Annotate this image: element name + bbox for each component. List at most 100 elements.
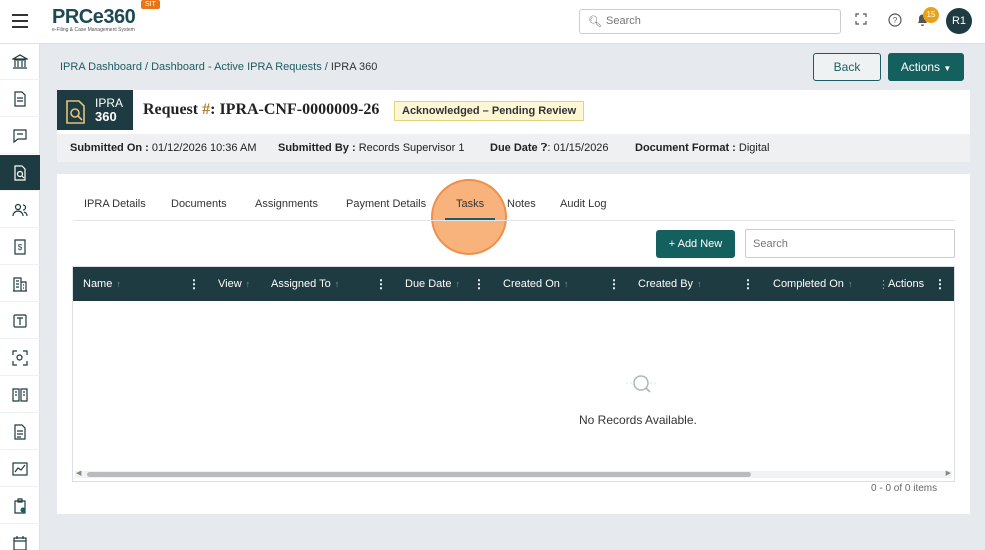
column-menu-icon[interactable]: ⋮ [934,277,946,291]
breadcrumb-current: IPRA 360 [330,61,378,73]
template-icon [13,313,27,328]
column-label: Due Date [405,278,452,290]
add-new-button[interactable]: + Add New [656,230,735,258]
breadcrumb-link-ipra-dashboard[interactable]: IPRA Dashboard [60,61,142,73]
sidebar-item-scan[interactable] [0,340,40,376]
submitted-on-value: 01/12/2026 10:36 AM [151,142,257,154]
search-icon: 🔍︎ [588,16,602,28]
column-label: Name [83,278,113,290]
request-hash: # [202,101,211,118]
svg-text:$: $ [18,243,23,252]
user-avatar[interactable]: R1 [946,8,972,34]
status-badge: Acknowledged – Pending Review [394,101,585,121]
sidebar-item-documents[interactable] [0,81,40,117]
help-icon[interactable]: ? [888,13,902,30]
tab-documents[interactable]: Documents [171,198,227,210]
fullscreen-icon[interactable] [855,13,867,28]
sidebar-item-payments[interactable]: $ [0,229,40,265]
sidebar-item-courthouse[interactable] [0,44,40,80]
svg-text:?: ? [893,16,898,25]
column-header-name[interactable]: Name ↑ [83,278,121,290]
sidebar-item-analytics[interactable] [0,451,40,487]
book-icon [12,387,28,402]
back-button[interactable]: Back [813,53,881,81]
document-format: Document Format : Digital [635,142,769,154]
column-label: View [218,278,242,290]
breadcrumb-link-active-requests[interactable]: Dashboard - Active IPRA Requests [151,61,322,73]
sidebar-item-reports[interactable] [0,414,40,450]
document-icon [14,90,26,107]
submitted-by-label: Submitted By : [278,142,356,154]
column-label: Completed On [773,278,844,290]
column-menu-icon[interactable]: ⋮ [188,277,200,291]
active-tab-indicator [445,218,495,220]
due-date-label: Due Date [490,142,538,154]
grid-search-input[interactable]: Search [745,229,955,258]
tab-payment-details[interactable]: Payment Details [346,198,426,210]
request-title: Request #: IPRA-CNF-0000009-26 [143,101,379,119]
tag-line-2: 360 [95,109,117,124]
column-header-view[interactable]: View ↑ [218,278,250,290]
column-label: Created By [638,278,694,290]
sidebar: $ [0,44,40,550]
column-menu-icon[interactable]: ⋮ [608,277,620,291]
sidebar-item-tasks[interactable] [0,488,40,524]
column-header-created-by[interactable]: Created By ↑ [638,278,702,290]
sidebar-item-library[interactable] [0,377,40,413]
document-format-label: Document Format : [635,142,736,154]
sidebar-item-templates[interactable] [0,303,40,339]
column-header-assigned-to[interactable]: Assigned To ↑ [271,278,339,290]
chat-icon [13,128,27,143]
empty-state-text: No Records Available. [579,413,697,427]
tab-assignments[interactable]: Assignments [255,198,318,210]
sort-arrow-icon: ↑ [563,279,569,289]
horizontal-scrollbar[interactable]: ◀ ▶ [75,469,952,478]
tab-divider [73,220,955,221]
request-label: Request [143,101,203,118]
sidebar-item-users[interactable] [0,192,40,228]
column-header-completed-on[interactable]: Completed On ↑ [773,278,852,290]
notification-count-badge: 15 [923,7,939,23]
sort-arrow-icon: ↑ [334,279,340,289]
scan-icon [12,349,28,366]
sidebar-item-messages[interactable] [0,118,40,154]
building-icon [13,276,27,292]
column-header-created-on[interactable]: Created On ↑ [503,278,568,290]
top-bar: PRCe360 e-Filing & Case Management Syste… [0,0,985,44]
column-menu-icon[interactable]: ⋮ [742,277,754,291]
global-search-input[interactable]: 🔍︎ Search [579,9,841,34]
logo-subtitle: e-Filing & Case Management System [52,27,135,33]
sort-arrow-icon: ↑ [697,279,702,289]
tab-tasks[interactable]: Tasks [456,198,484,210]
column-header-due-date[interactable]: Due Date ↑ [405,278,460,290]
tasks-panel: IPRA Details Documents Assignments Payme… [57,174,970,514]
tab-notes[interactable]: Notes [507,198,536,210]
sidebar-item-organizations[interactable] [0,266,40,302]
sidebar-item-ipra[interactable] [0,155,40,191]
menu-icon[interactable] [12,14,28,28]
caret-down-icon: ▼ [943,64,952,73]
grid-header: Name ↑ ⋮ View ↑ Assigned To ↑ ⋮ Due Date ↑ ⋮… [73,267,954,301]
sidebar-item-calendar[interactable] [0,525,40,550]
pager-info: 0 - 0 of 0 items [871,483,938,494]
scroll-left-arrow-icon[interactable]: ◀ [76,469,81,477]
request-meta-row: Submitted On : 01/12/2026 10:36 AM Submi… [57,134,970,162]
request-header: IPRA 360 Request #: IPRA-CNF-0000009-26 … [57,90,970,162]
logo-text: PRCe360 [52,6,136,28]
clipboard-icon [14,497,26,514]
document-format-value: Digital [738,142,770,154]
column-label: Assigned To [271,278,331,290]
column-menu-icon[interactable]: ⋮ [375,277,387,291]
tag-line-1: IPRA [95,96,124,110]
breadcrumb: IPRA Dashboard / Dashboard - Active IPRA… [60,61,378,73]
ipra-360-tag: IPRA 360 [57,90,133,130]
tab-ipra-details[interactable]: IPRA Details [84,198,146,210]
actions-dropdown-button[interactable]: Actions ▼ [888,53,964,81]
scrollbar-thumb[interactable] [87,472,751,477]
tab-audit-log[interactable]: Audit Log [560,198,606,210]
actions-label: Actions [900,60,941,74]
logo[interactable]: PRCe360 e-Filing & Case Management Syste… [52,6,136,33]
request-number: : IPRA-CNF-0000009-26 [210,101,380,118]
scroll-right-arrow-icon[interactable]: ▶ [946,469,951,477]
column-menu-icon[interactable]: ⋮ [473,277,485,291]
